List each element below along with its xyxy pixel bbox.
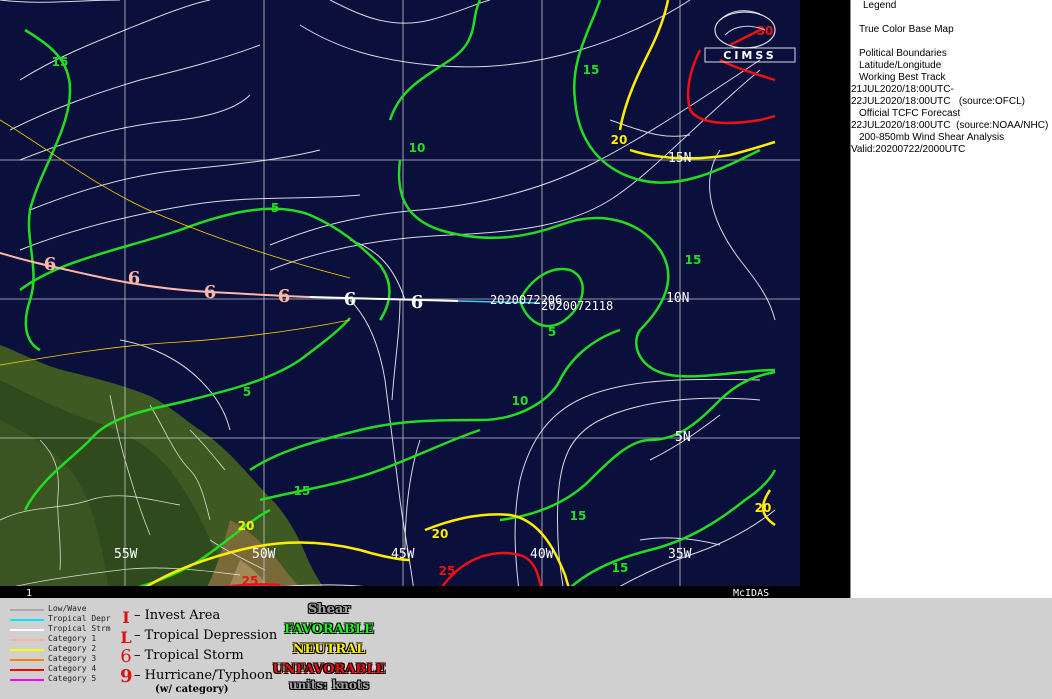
contour-label: 5 xyxy=(548,325,556,339)
shear-key-title: Shear xyxy=(307,602,351,617)
lon-label: 35W xyxy=(668,547,692,562)
track-key-line xyxy=(10,629,44,631)
contour-label: 20 xyxy=(432,527,449,541)
symbol-key-label: – Hurricane/Typhoon xyxy=(134,668,274,683)
lon-label: 40W xyxy=(530,547,554,562)
legend-item: True Color Base Map xyxy=(859,24,954,35)
legend-item: 22JUL2020/18:00UTC (source:OFCL) xyxy=(851,96,1025,107)
shear-key-favorable: FAVORABLE xyxy=(284,622,374,637)
track-key-line xyxy=(10,639,44,641)
track-key-label: Tropical Strm xyxy=(48,624,111,633)
track-key-line xyxy=(10,679,44,681)
legend-item: Working Best Track xyxy=(859,72,946,83)
storm-symbol-icon: 6 xyxy=(44,254,57,275)
symbol-key-label: – Tropical Depression xyxy=(134,628,278,643)
legend-item: 21JUL2020/18:00UTC- xyxy=(851,84,954,95)
legend-panel: Legend True Color Base Map Political Bou… xyxy=(850,0,1052,598)
frame-number: 1 xyxy=(26,588,32,598)
invest-area-icon: I xyxy=(122,608,130,627)
shear-key-units: units: knots xyxy=(288,678,370,692)
legend-item: 200-850mb Wind Shear Analysis xyxy=(859,132,1005,143)
storm-symbol-icon: 6 xyxy=(204,282,217,303)
storm-symbol-icon: 6 xyxy=(278,286,291,307)
contour-label: 5 xyxy=(243,385,251,399)
track-key-label: Category 2 xyxy=(48,644,97,653)
track-key-line xyxy=(10,669,44,671)
tropical-depression-icon: L xyxy=(120,628,132,647)
contour-label: 10 xyxy=(409,141,426,155)
storm-symbol-icon: 6 xyxy=(128,268,141,289)
track-key-line xyxy=(10,659,44,661)
track-key-line xyxy=(10,649,44,651)
contour-label: 15 xyxy=(685,253,702,267)
contour-label: 20 xyxy=(755,501,772,515)
track-key-label: Category 1 xyxy=(48,634,97,643)
tropical-storm-icon: 6 xyxy=(120,646,132,667)
legend-title: Legend xyxy=(863,0,897,11)
contour-label: 15 xyxy=(52,55,69,69)
lon-label: 55W xyxy=(114,547,138,562)
contour-label: 15 xyxy=(583,63,600,77)
contour-label: 10 xyxy=(512,394,529,408)
track-key-line xyxy=(10,609,44,611)
legend-item: Latitude/Longitude xyxy=(859,60,942,71)
contour-label: 20 xyxy=(611,133,628,147)
symbol-key-label: – Invest Area xyxy=(134,608,221,623)
lat-label: 10N xyxy=(666,291,689,306)
track-key-label: Category 4 xyxy=(48,664,97,673)
contour-label: 15 xyxy=(570,509,587,523)
track-key-label: Tropical Depr xyxy=(48,614,111,623)
track-key-label: Category 3 xyxy=(48,654,97,663)
contour-label: 30 xyxy=(757,24,774,38)
contour-label: 25 xyxy=(439,564,456,578)
storm-date-label: 2020072118 xyxy=(541,299,613,313)
track-key-line xyxy=(10,619,44,621)
lon-label: 45W xyxy=(391,547,415,562)
shear-key-neutral: NEUTRAL xyxy=(292,642,366,657)
contour-label: 5 xyxy=(271,201,279,215)
map-footer-strip xyxy=(0,586,800,598)
legend-item: Official TCFC Forecast xyxy=(859,108,961,119)
lon-label: 50W xyxy=(252,547,276,562)
legend-item: Valid:20200722/2000UTC xyxy=(851,144,966,155)
bottom-legend: Low/Wave Tropical Depr Tropical Strm Cat… xyxy=(0,598,1052,699)
lat-label: 5N xyxy=(675,430,691,445)
contour-label: 15 xyxy=(612,561,629,575)
shear-key-unfavorable: UNFAVORABLE xyxy=(272,662,386,677)
storm-symbol-icon: 6 xyxy=(411,292,424,313)
mcidas-label: McIDAS xyxy=(733,588,769,598)
hurricane-icon: 9 xyxy=(120,666,133,687)
track-key-label: Category 5 xyxy=(48,674,97,683)
track-key-label: Low/Wave xyxy=(48,604,87,613)
legend-item: 22JUL2020/18:00UTC (source:NOAA/NHC) xyxy=(851,120,1049,131)
symbol-key-note: (w/ category) xyxy=(155,684,229,695)
storm-symbol-icon: 6 xyxy=(344,289,357,310)
satellite-map: 6 6 6 6 6 6 2020072206 2020072118 15N 10… xyxy=(0,0,800,598)
symbol-key-label: – Tropical Storm xyxy=(134,648,244,663)
lat-label: 15N xyxy=(668,151,691,166)
legend-item: Political Boundaries xyxy=(859,48,947,59)
contour-label: 25 xyxy=(242,574,259,588)
contour-label: 15 xyxy=(294,484,311,498)
contour-label: 20 xyxy=(238,519,255,533)
cimss-logo-text: CIMSS xyxy=(723,49,776,62)
